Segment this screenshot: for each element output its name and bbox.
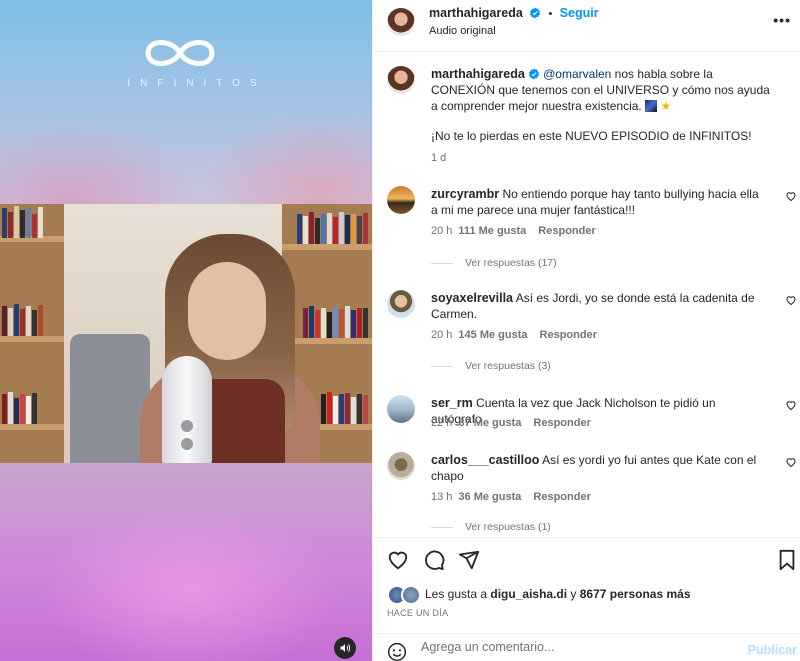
post-header: marthahigareda • Seguir Audio original •…	[373, 0, 800, 52]
emoji-smiley-icon[interactable]	[387, 642, 407, 661]
books	[297, 210, 368, 244]
comment-username[interactable]: ser_rm	[431, 396, 473, 410]
background-glow	[40, 500, 340, 661]
reply-button[interactable]: Responder	[533, 417, 590, 429]
comment-likes[interactable]: 87 Me gusta	[458, 417, 521, 429]
comment-bubble-icon[interactable]	[423, 549, 445, 571]
audio-link[interactable]: Audio original	[429, 25, 496, 37]
like-comment-heart-icon[interactable]	[785, 399, 797, 411]
books	[2, 302, 43, 336]
likes-count-link[interactable]: 8677 personas más	[580, 587, 691, 601]
comment-time: 20 h	[431, 329, 453, 341]
liked-by-avatars	[387, 585, 421, 605]
separator-dot: •	[548, 8, 553, 20]
follow-button[interactable]: Seguir	[560, 6, 599, 20]
view-replies-button[interactable]: Ver respuestas (1)	[431, 521, 551, 533]
like-comment-heart-icon[interactable]	[785, 456, 797, 468]
avatar[interactable]	[387, 395, 415, 423]
books	[2, 204, 43, 238]
books	[2, 390, 37, 424]
audio-toggle-button[interactable]	[334, 637, 356, 659]
verified-badge-icon	[528, 68, 539, 80]
books	[321, 390, 368, 424]
reply-button[interactable]: Responder	[540, 329, 597, 341]
verified-badge-icon	[530, 7, 541, 19]
comment-likes[interactable]: 111 Me gusta	[458, 225, 526, 237]
microphone	[162, 356, 212, 463]
author-username[interactable]: marthahigareda	[429, 6, 523, 20]
comment-username[interactable]: carlos___castilloo	[431, 453, 539, 467]
comment-likes[interactable]: 36 Me gusta	[458, 491, 521, 503]
avatar[interactable]	[387, 452, 415, 480]
comment-username[interactable]: zurcyrambr	[431, 187, 499, 201]
likes-summary: Les gusta a digu_aisha.di y 8677 persona…	[387, 585, 787, 605]
reply-button[interactable]: Responder	[533, 491, 590, 503]
save-bookmark-icon[interactable]	[777, 549, 797, 571]
speaker-icon	[340, 644, 351, 652]
chair	[70, 334, 150, 463]
like-comment-heart-icon[interactable]	[785, 294, 797, 306]
avatar[interactable]	[387, 290, 415, 318]
mention-link[interactable]: @omarvalen	[543, 67, 611, 81]
comment-likes[interactable]: 145 Me gusta	[458, 329, 527, 341]
infinity-logo-icon	[145, 40, 215, 66]
comment-input[interactable]	[421, 640, 721, 654]
books	[303, 304, 368, 338]
comment-time: 22 h	[431, 417, 453, 429]
comment-time: 20 h	[431, 225, 453, 237]
caption-time: 1 d	[431, 152, 447, 164]
share-send-icon[interactable]	[458, 549, 480, 571]
caption-username[interactable]: marthahigareda	[431, 67, 525, 81]
avatar[interactable]	[387, 66, 415, 94]
action-bar	[373, 537, 800, 583]
like-heart-icon[interactable]	[387, 549, 409, 571]
post-timestamp: HACE UN DÍA	[387, 608, 449, 618]
galaxy-emoji-icon	[645, 100, 658, 112]
view-replies-button[interactable]: Ver respuestas (17)	[431, 257, 557, 269]
like-comment-heart-icon[interactable]	[785, 190, 797, 202]
comment-time: 13 h	[431, 491, 453, 503]
reply-button[interactable]: Responder	[538, 225, 595, 237]
post-media[interactable]: INFINITOS	[0, 0, 372, 661]
brand-wordmark: INFINITOS	[127, 78, 267, 89]
video-frame[interactable]	[0, 204, 372, 463]
post-details-panel: marthahigareda • Seguir Audio original •…	[372, 0, 800, 661]
caption-text-2: ¡No te lo pierdas en este NUEVO EPISODIO…	[431, 129, 752, 143]
publish-button[interactable]: Publicar	[748, 643, 797, 657]
liked-by-user-link[interactable]: digu_aisha.di	[490, 587, 567, 601]
star-emoji-icon: ★	[660, 99, 672, 113]
avatar[interactable]	[387, 186, 415, 214]
more-options-icon[interactable]: •••	[773, 12, 791, 28]
avatar[interactable]	[387, 8, 415, 36]
comment-username[interactable]: soyaxelrevilla	[431, 291, 513, 305]
add-comment-bar: Publicar	[373, 633, 800, 661]
view-replies-button[interactable]: Ver respuestas (3)	[431, 360, 551, 372]
